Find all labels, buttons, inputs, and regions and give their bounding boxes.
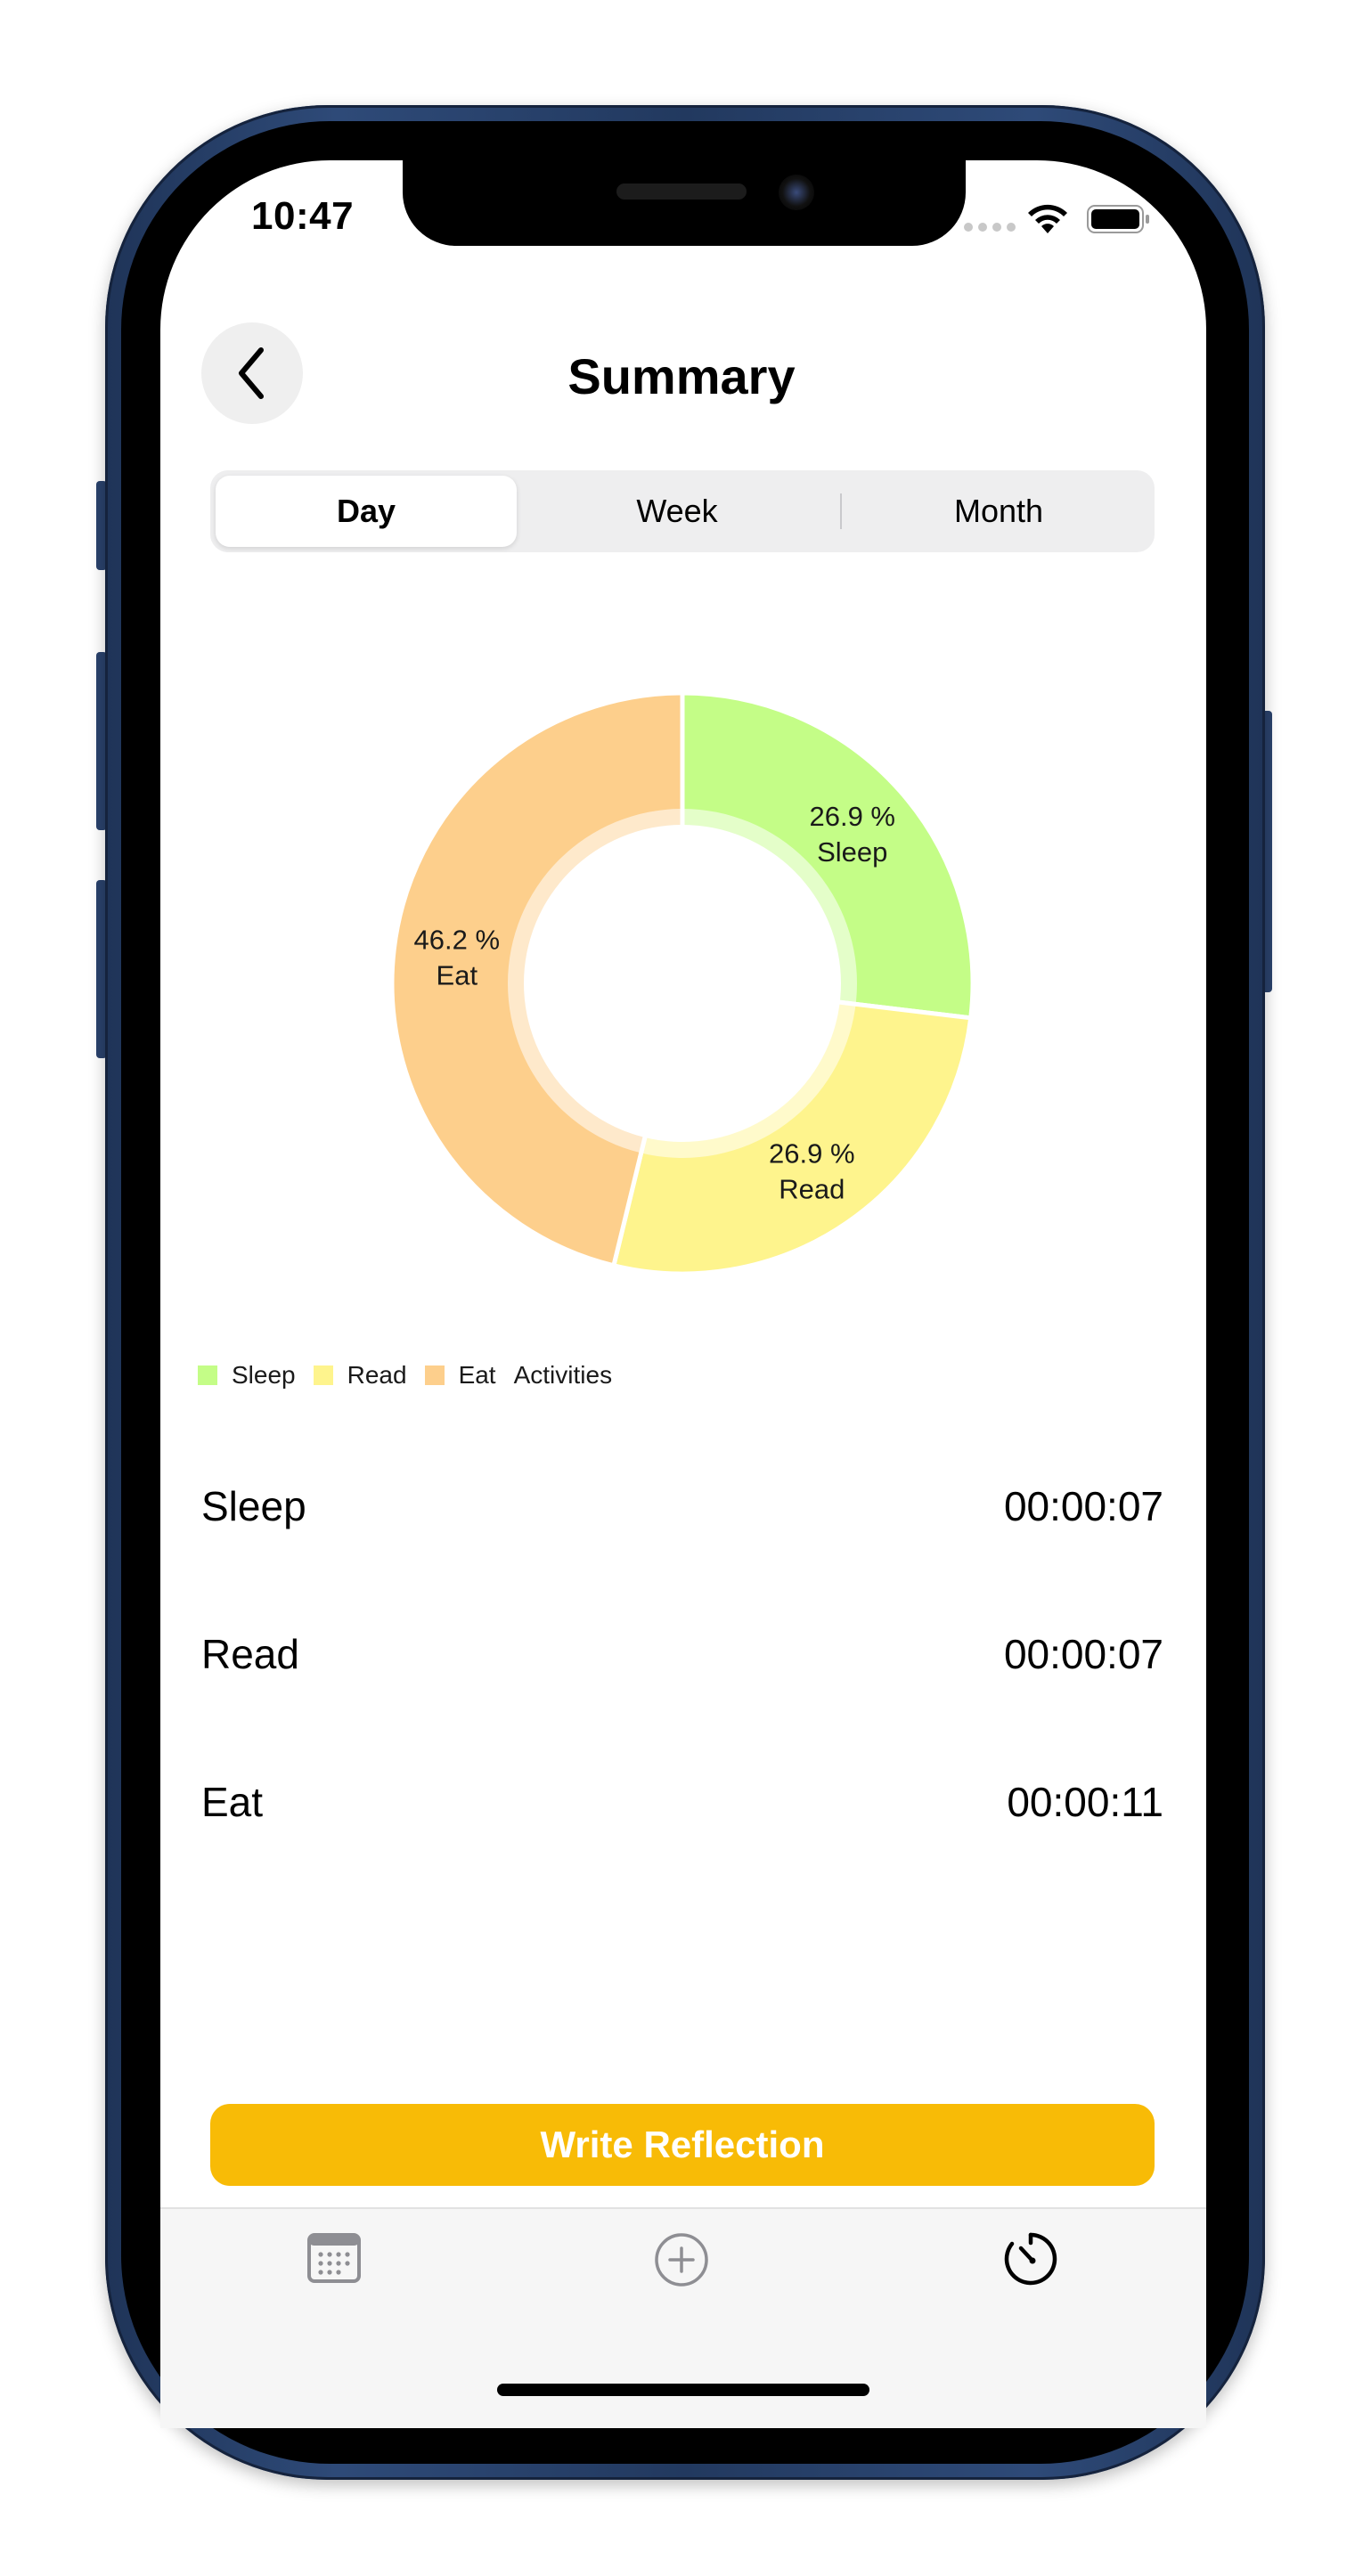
activity-duration: 00:00:07 <box>1003 1631 1163 1677</box>
donut-hole <box>524 825 841 1142</box>
slice-name-label-eat: Eat <box>437 960 478 991</box>
legend-swatch-sleep <box>198 1365 217 1385</box>
activity-row-sleep: Sleep 00:00:07 <box>201 1475 1163 1537</box>
activity-name: Read <box>201 1631 299 1677</box>
write-reflection-button[interactable]: Write Reflection <box>210 2104 1155 2186</box>
device-screenshot: 10:47 Summary Day Week Month 26.9 % Sleep… <box>0 0 1363 2576</box>
legend-title: Activities <box>513 1361 613 1389</box>
legend-swatch-read <box>313 1365 333 1385</box>
slice-percent-label-read: 26.9 % <box>769 1138 855 1170</box>
slice-name-label-read: Read <box>779 1174 845 1205</box>
activity-duration: 00:00:07 <box>1003 1483 1163 1529</box>
legend-label-read: Read <box>347 1361 407 1389</box>
activity-duration: 00:00:11 <box>1007 1779 1163 1825</box>
activity-row-eat: Eat 00:00:11 <box>201 1771 1163 1833</box>
plus-circle-icon[interactable] <box>650 2229 713 2291</box>
chart-legend: Sleep Read Eat Activities <box>198 1361 612 1390</box>
legend-item-read: Read <box>313 1361 407 1390</box>
slice-percent-label-eat: 46.2 % <box>414 925 501 956</box>
activity-name: Eat <box>201 1779 264 1825</box>
activity-name: Sleep <box>201 1483 306 1529</box>
calendar-icon[interactable] <box>303 2227 365 2289</box>
legend-item-sleep: Sleep <box>198 1361 296 1390</box>
legend-swatch-eat <box>424 1365 445 1385</box>
slice-percent-label-sleep: 26.9 % <box>809 801 895 832</box>
legend-label-eat: Eat <box>458 1361 496 1389</box>
legend-item-eat: Eat <box>424 1361 496 1390</box>
timer-icon[interactable] <box>1000 2227 1062 2289</box>
legend-label-sleep: Sleep <box>232 1361 296 1389</box>
slice-name-label-sleep: Sleep <box>817 836 887 868</box>
activity-donut-chart: 26.9 % Sleep 26.9 % Read 46.2 % Eat <box>389 690 975 1276</box>
home-indicator <box>497 2384 869 2396</box>
activity-row-read: Read 00:00:07 <box>201 1623 1163 1685</box>
